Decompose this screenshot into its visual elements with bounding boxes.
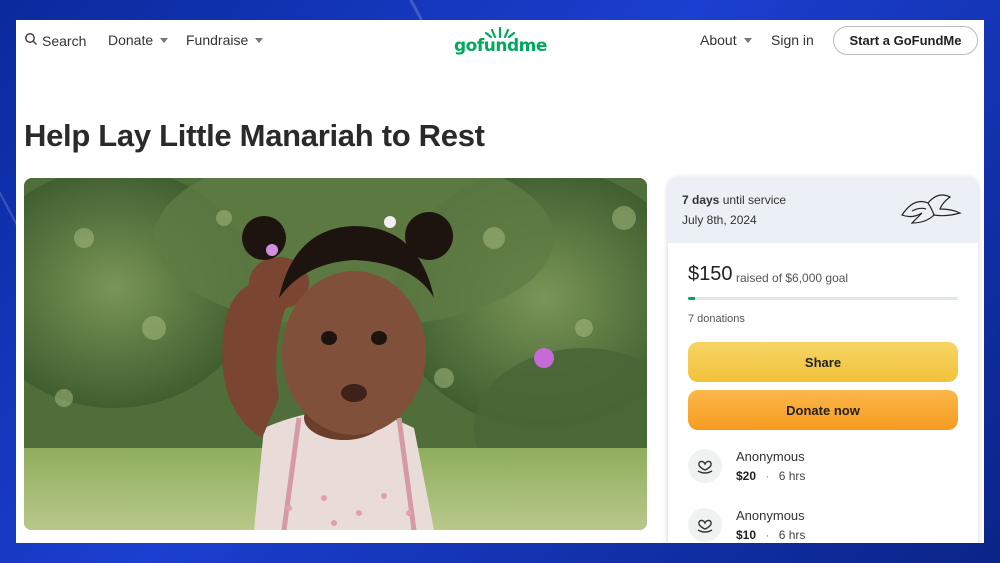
separator-dot: ·	[765, 469, 770, 483]
fundraise-menu[interactable]: Fundraise	[186, 32, 264, 48]
progress-bar	[688, 297, 958, 300]
donate-label: Donate	[108, 32, 154, 48]
search-icon	[24, 32, 38, 49]
chevron-down-icon	[743, 37, 752, 43]
chevron-down-icon	[255, 37, 264, 43]
gofundme-page: Search Donate Fundraise gofundme About S…	[16, 20, 984, 543]
donor-heart-icon	[688, 508, 722, 542]
donate-now-button[interactable]: Donate now	[688, 390, 958, 430]
campaign-photo[interactable]	[24, 178, 647, 530]
search-link[interactable]: Search	[24, 32, 86, 49]
top-nav: Search Donate Fundraise gofundme About S…	[16, 20, 984, 62]
donate-menu[interactable]: Donate	[108, 32, 169, 48]
logo-text: gofundme	[454, 36, 547, 56]
about-menu[interactable]: About	[700, 32, 752, 48]
service-days-suffix: until service	[722, 193, 787, 207]
donor-name: Anonymous	[736, 449, 805, 464]
service-banner: 7 days until service July 8th, 2024	[668, 177, 978, 243]
separator-dot: ·	[765, 528, 770, 542]
donor-amount: $20	[736, 469, 757, 483]
donor-meta: $20 · 6 hrs	[736, 469, 805, 483]
service-days: 7 days	[682, 193, 720, 207]
donation-count: 7 donations	[688, 313, 745, 325]
share-button[interactable]: Share	[688, 342, 958, 382]
about-label: About	[700, 32, 737, 48]
search-label: Search	[42, 32, 87, 49]
signin-label: Sign in	[771, 32, 814, 48]
donor-meta: $10 · 6 hrs	[736, 528, 805, 542]
amount-raised: $150	[688, 263, 733, 285]
gofundme-logo[interactable]: gofundme	[454, 26, 547, 58]
donor-heart-icon	[688, 449, 722, 483]
signin-link[interactable]: Sign in	[771, 32, 814, 48]
donor-item: Anonymous $10 · 6 hrs	[688, 508, 958, 543]
donor-name: Anonymous	[736, 508, 805, 523]
service-date: July 8th, 2024	[682, 213, 757, 227]
service-countdown: 7 days until service	[682, 193, 786, 207]
chevron-down-icon	[160, 37, 169, 43]
fundraise-label: Fundraise	[186, 32, 249, 48]
donor-item: Anonymous $20 · 6 hrs	[688, 449, 958, 489]
donor-time: 6 hrs	[778, 528, 806, 542]
start-gofundme-button[interactable]: Start a GoFundMe	[833, 26, 978, 55]
goal-text: raised of $6,000 goal	[736, 271, 849, 285]
progress-fill	[688, 297, 695, 300]
campaign-title: Help Lay Little Manariah to Rest	[24, 118, 485, 153]
donor-time: 6 hrs	[778, 469, 806, 483]
campaign-photo-image	[24, 178, 647, 530]
donation-card: 7 days until service July 8th, 2024 $150…	[668, 177, 978, 543]
donor-amount: $10	[736, 528, 757, 542]
dove-icon	[901, 194, 962, 224]
